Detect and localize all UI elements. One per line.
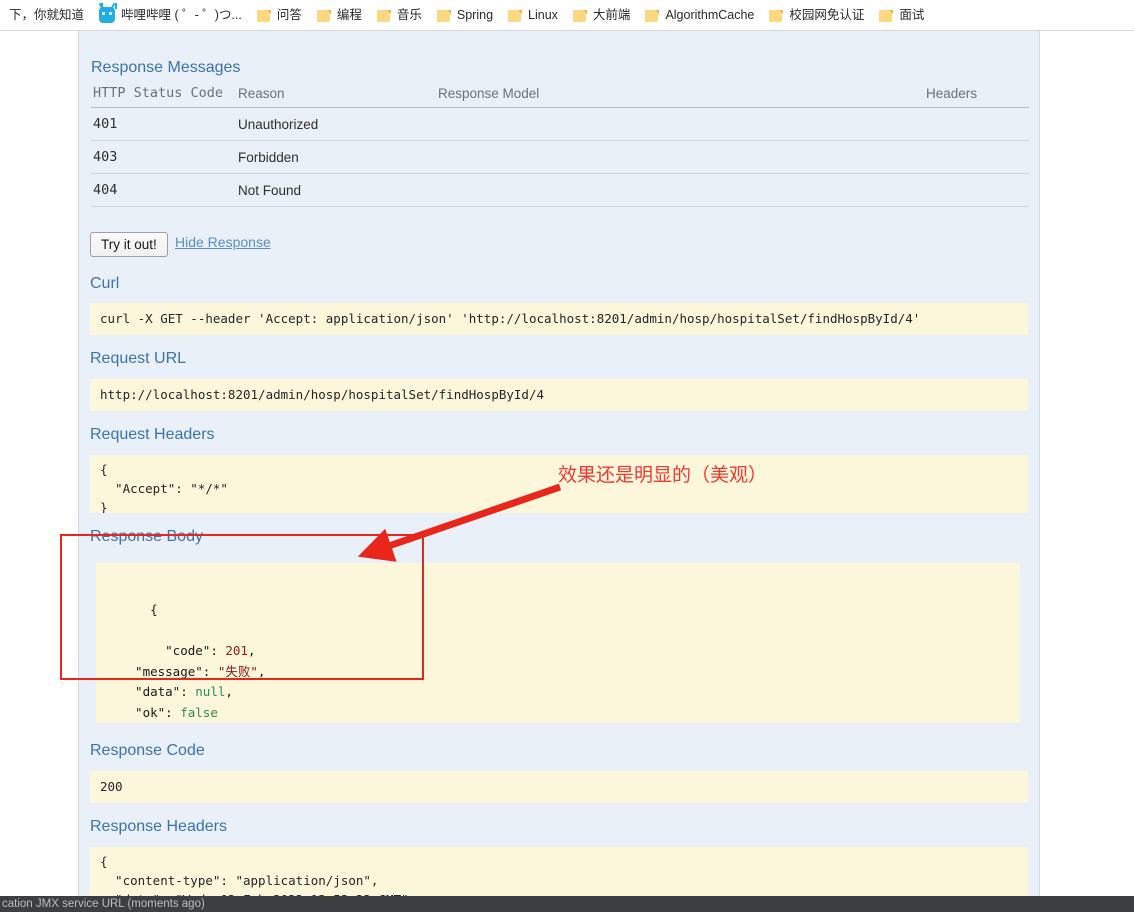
json-entry: "message": "失败", — [120, 664, 265, 679]
json-key: "code": — [150, 642, 226, 658]
bookmark-item[interactable]: 大前端 — [566, 3, 638, 27]
request-headers-block: { "Accept": "*/*" } — [90, 455, 1028, 513]
cell-status-code: 403 — [91, 140, 236, 174]
bookmark-item[interactable]: 问答 — [250, 3, 309, 27]
bookmark-item[interactable]: 面试 — [872, 3, 931, 27]
response-messages-title: Response Messages — [91, 59, 241, 76]
bookmark-item[interactable]: 哔哩哔哩 ( ゜- ゜)つ... — [92, 2, 249, 27]
bookmark-item[interactable]: Spring — [430, 3, 500, 27]
curl-command-block: curl -X GET --header 'Accept: applicatio… — [90, 303, 1028, 335]
bookmark-label: 音乐 — [396, 8, 422, 22]
folder-icon — [256, 9, 271, 22]
json-entries: "code": 201, "message": "失败", "data": nu… — [120, 643, 265, 720]
bookmark-label: Linux — [528, 8, 558, 22]
bookmark-label: Spring — [456, 8, 494, 22]
json-key: "data": — [120, 684, 196, 700]
bilibili-icon — [98, 2, 116, 23]
json-value: 201 — [225, 642, 248, 658]
response-body-title: Response Body — [90, 528, 203, 545]
table-row: 403 Forbidden — [91, 140, 1029, 174]
cell-response-model — [436, 140, 896, 174]
hide-response-link[interactable]: Hide Response — [175, 234, 271, 250]
json-entry: "ok": false — [120, 705, 218, 720]
column-header-status-code: HTTP Status Code — [91, 83, 236, 108]
folder-icon — [508, 9, 523, 22]
json-key: "ok": — [120, 704, 181, 720]
bookmark-label: 大前端 — [592, 8, 631, 22]
response-body-block: { "code": 201, "message": "失败", "data": … — [96, 563, 1020, 723]
bookmark-label: 下，你就知道 — [9, 8, 85, 22]
bookmark-label: 面试 — [899, 8, 925, 22]
ide-status-bar: cation JMX service URL (moments ago) — [0, 896, 1134, 912]
json-open-brace: { — [150, 601, 158, 617]
request-url-title: Request URL — [90, 350, 187, 367]
cell-reason: Not Found — [236, 173, 436, 207]
cell-response-model — [436, 107, 896, 141]
cell-headers — [896, 140, 1029, 174]
response-headers-block: { "content-type": "application/json", "d… — [90, 847, 1028, 896]
bookmark-item[interactable]: Linux — [501, 3, 565, 27]
cell-response-model — [436, 173, 896, 207]
column-header-response-model: Response Model — [436, 83, 896, 108]
json-value: false — [180, 704, 218, 720]
folder-icon — [316, 9, 331, 22]
request-url-block: http://localhost:8201/admin/hosp/hospita… — [90, 379, 1028, 411]
bookmark-label: AlgorithmCache — [665, 8, 755, 22]
cell-status-code: 404 — [91, 173, 236, 207]
column-header-headers: Headers — [896, 83, 1029, 108]
table-header-row: HTTP Status Code Reason Response Model H… — [91, 83, 1029, 108]
json-comma: , — [225, 684, 233, 700]
json-entry: "data": null, — [120, 684, 233, 699]
bookmarks-bar: 下，你就知道 哔哩哔哩 ( ゜- ゜)つ... 问答 编程 音乐 Spring Linux 大… — [0, 0, 1134, 31]
browser-page-area: Response Messages HTTP Status Code Reaso… — [0, 31, 1134, 896]
folder-icon — [436, 9, 451, 22]
response-headers-title: Response Headers — [90, 818, 227, 835]
bookmark-label: 哔哩哔哩 ( ゜- ゜)つ... — [121, 8, 242, 22]
cell-status-code: 401 — [91, 107, 236, 141]
json-comma: , — [257, 663, 266, 679]
cell-headers — [896, 173, 1029, 207]
cell-reason: Forbidden — [236, 140, 436, 174]
folder-icon — [769, 9, 784, 22]
json-comma: , — [247, 642, 256, 658]
response-messages-table: HTTP Status Code Reason Response Model H… — [91, 83, 1029, 207]
cell-headers — [896, 107, 1029, 141]
folder-icon — [645, 9, 660, 22]
json-key: "message": — [120, 663, 218, 679]
request-headers-title: Request Headers — [90, 426, 215, 443]
bookmark-item[interactable]: AlgorithmCache — [638, 3, 761, 27]
bookmark-label: 问答 — [276, 8, 302, 22]
bookmark-label: 编程 — [336, 8, 362, 22]
folder-icon — [879, 9, 894, 22]
table-row: 404 Not Found — [91, 173, 1029, 207]
bookmark-item[interactable]: 下，你就知道 — [2, 3, 91, 27]
folder-icon — [572, 9, 587, 22]
curl-title: Curl — [90, 275, 120, 292]
response-code-block: 200 — [90, 771, 1028, 803]
folder-icon — [376, 9, 391, 22]
bookmark-item[interactable]: 校园网免认证 — [762, 3, 871, 27]
json-value: null — [195, 684, 226, 700]
bookmark-item[interactable]: 编程 — [310, 3, 369, 27]
cell-reason: Unauthorized — [236, 107, 436, 141]
response-code-title: Response Code — [90, 742, 205, 759]
bookmark-label: 校园网免认证 — [789, 8, 865, 22]
bookmark-item[interactable]: 音乐 — [370, 3, 429, 27]
table-row: 401 Unauthorized — [91, 107, 1029, 141]
json-entry: "code": 201, — [150, 643, 255, 658]
column-header-reason: Reason — [236, 83, 436, 108]
try-it-out-button[interactable]: Try it out! — [90, 232, 168, 257]
json-value: "失败" — [217, 663, 258, 679]
